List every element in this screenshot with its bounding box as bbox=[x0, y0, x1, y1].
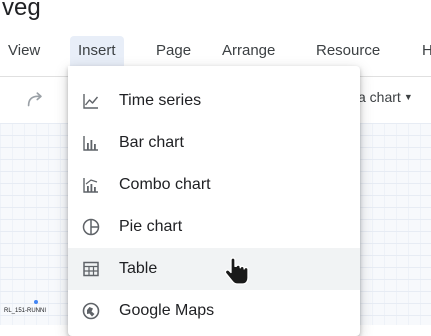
menu-view[interactable]: View bbox=[0, 36, 48, 66]
add-chart-button[interactable]: a chart ▼ bbox=[358, 89, 413, 105]
insert-menu-item-table[interactable]: Table bbox=[68, 248, 360, 290]
insert-menu-item-label: Time series bbox=[119, 92, 202, 109]
redo-icon[interactable] bbox=[24, 89, 46, 111]
menu-resource[interactable]: Resource bbox=[308, 36, 388, 66]
selection-handle[interactable] bbox=[34, 300, 38, 304]
menu-help[interactable]: H bbox=[414, 36, 431, 66]
menu-bar: View Insert Page Arrange Resource H bbox=[0, 36, 431, 66]
insert-menu-item-combo-chart[interactable]: Combo chart bbox=[68, 164, 360, 206]
table-icon bbox=[83, 261, 99, 277]
insert-menu-item-bar-chart[interactable]: Bar chart bbox=[68, 122, 360, 164]
menu-insert[interactable]: Insert bbox=[70, 36, 124, 66]
document-title[interactable]: veg bbox=[2, 0, 41, 22]
insert-menu-item-pie-chart[interactable]: Pie chart bbox=[68, 206, 360, 248]
canvas-component-label: RL_151-RUNNI bbox=[4, 308, 47, 314]
bar-chart-icon bbox=[83, 136, 98, 151]
chevron-down-icon: ▼ bbox=[403, 92, 413, 102]
pie-chart-icon bbox=[82, 218, 100, 236]
insert-menu-item-time-series[interactable]: Time series bbox=[68, 80, 360, 122]
insert-menu-item-label: Table bbox=[119, 260, 158, 277]
insert-menu-item-google-maps[interactable]: Google Maps bbox=[68, 290, 360, 332]
combo-chart-icon bbox=[83, 178, 98, 193]
google-maps-icon bbox=[82, 302, 100, 320]
add-chart-label: a chart bbox=[358, 89, 401, 105]
menu-page[interactable]: Page bbox=[148, 36, 199, 66]
insert-menu-item-label: Google Maps bbox=[119, 302, 215, 319]
insert-menu-dropdown: Time series Bar chart Combo chart Pie ch… bbox=[68, 66, 360, 336]
insert-menu-item-label: Pie chart bbox=[119, 218, 183, 235]
hand-pointer-cursor-icon bbox=[224, 257, 249, 285]
menu-arrange[interactable]: Arrange bbox=[214, 36, 283, 66]
insert-menu-item-label: Bar chart bbox=[119, 134, 184, 151]
insert-menu-item-label: Combo chart bbox=[119, 176, 211, 193]
time-series-icon bbox=[83, 94, 99, 109]
